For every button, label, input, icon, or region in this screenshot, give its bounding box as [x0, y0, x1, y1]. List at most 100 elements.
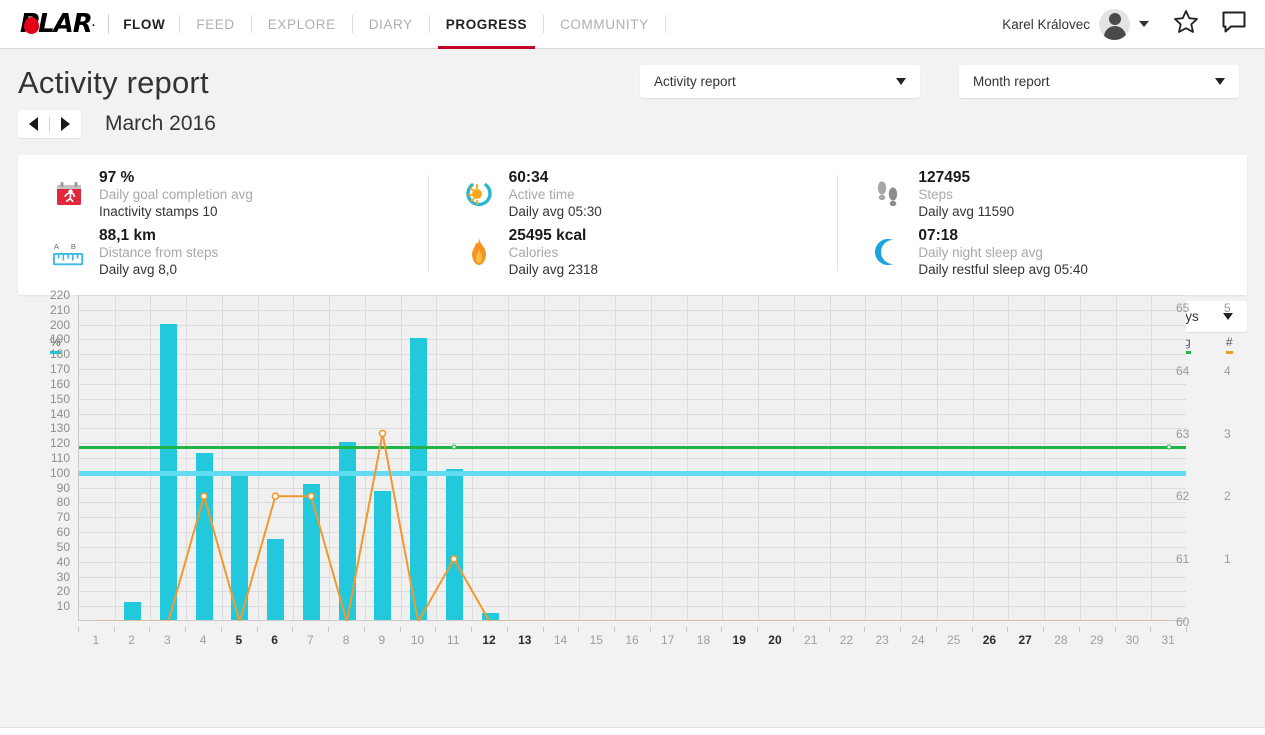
- y-axis-left-tick: 160: [40, 377, 70, 391]
- summary-sublabel: Daily restful sleep avg 05:40: [918, 262, 1088, 279]
- x-axis-label-day-1[interactable]: 1: [93, 633, 100, 647]
- y-axis-kg-tick: 65: [1176, 301, 1189, 315]
- chart-plot-area[interactable]: [78, 295, 1186, 621]
- y-axis-left-tick: 220: [40, 288, 70, 302]
- summary-label: Distance from steps: [99, 245, 218, 262]
- user-name-label: Karel Královec: [1002, 17, 1090, 32]
- avatar-icon[interactable]: [1099, 9, 1130, 40]
- summary-item-active-time: 60:34 Active time Daily avg 05:30: [428, 165, 838, 223]
- x-axis-tick: [221, 627, 222, 632]
- summary-text-block: 97 % Daily goal completion avg Inactivit…: [99, 168, 253, 221]
- x-axis-label-day-18[interactable]: 18: [697, 633, 710, 647]
- previous-period-button[interactable]: [18, 110, 49, 138]
- inactivity-data-point[interactable]: [451, 556, 457, 562]
- x-axis-tick: [507, 627, 508, 632]
- x-axis-label-day-4[interactable]: 4: [200, 633, 207, 647]
- x-axis-tick: [1007, 627, 1008, 632]
- x-axis-label-day-9[interactable]: 9: [378, 633, 385, 647]
- x-axis-label-day-16[interactable]: 16: [625, 633, 638, 647]
- x-axis-label-day-27[interactable]: 27: [1018, 633, 1031, 647]
- x-axis-label-day-21[interactable]: 21: [804, 633, 817, 647]
- x-axis-tick: [757, 627, 758, 632]
- summary-column-3: 127495 Steps Daily avg 11590 07:18 Daily…: [837, 165, 1247, 281]
- x-axis-label-day-28[interactable]: 28: [1054, 633, 1067, 647]
- x-axis-label-day-11[interactable]: 11: [447, 633, 459, 647]
- y-axis-left-tick: 30: [40, 570, 70, 584]
- x-axis-label-day-14[interactable]: 14: [554, 633, 567, 647]
- axis-unit-count-label: #: [1226, 335, 1233, 349]
- x-axis-label-day-26[interactable]: 26: [983, 633, 996, 647]
- x-axis-label-day-31[interactable]: 31: [1161, 633, 1174, 647]
- x-axis-label-day-7[interactable]: 7: [307, 633, 314, 647]
- chat-icon[interactable]: [1221, 10, 1247, 39]
- nav-item-feed[interactable]: FEED: [180, 0, 250, 49]
- summary-label: Daily goal completion avg: [99, 187, 253, 204]
- inactivity-data-point[interactable]: [380, 430, 386, 436]
- y-axis-left-tick: 210: [40, 303, 70, 317]
- x-axis-tick: [864, 627, 865, 632]
- inactivity-data-point[interactable]: [272, 493, 278, 499]
- x-axis-label-day-19[interactable]: 19: [733, 633, 746, 647]
- summary-label: Daily night sleep avg: [918, 245, 1088, 262]
- x-axis-label-day-5[interactable]: 5: [235, 633, 242, 647]
- polar-logo[interactable]: PLAR.: [20, 0, 94, 49]
- report-type-value: Activity report: [654, 74, 736, 89]
- y-axis-left-tick: 150: [40, 392, 70, 406]
- period-arrows: [18, 110, 81, 138]
- ruler-icon: A B: [52, 232, 86, 272]
- x-axis-tick: [364, 627, 365, 632]
- y-axis-kg-tick: 62: [1176, 489, 1189, 503]
- footsteps-icon: [871, 174, 905, 214]
- x-axis-label-day-29[interactable]: 29: [1090, 633, 1103, 647]
- x-axis-label-day-30[interactable]: 30: [1126, 633, 1139, 647]
- summary-sublabel: Daily avg 8,0: [99, 262, 218, 279]
- x-axis-label-day-20[interactable]: 20: [768, 633, 781, 647]
- flame-icon: [462, 232, 496, 272]
- x-axis-label-day-10[interactable]: 10: [411, 633, 424, 647]
- star-icon[interactable]: [1173, 9, 1199, 39]
- x-axis-label-day-22[interactable]: 22: [840, 633, 853, 647]
- period-type-dropdown[interactable]: Month report: [959, 65, 1239, 98]
- axis-unit-count[interactable]: #: [1226, 335, 1233, 354]
- next-period-button[interactable]: [50, 110, 81, 138]
- x-axis-label-day-25[interactable]: 25: [947, 633, 960, 647]
- nav-item-progress[interactable]: PROGRESS: [430, 0, 543, 49]
- x-axis-label-day-17[interactable]: 17: [661, 633, 674, 647]
- report-type-dropdown[interactable]: Activity report: [640, 65, 920, 98]
- x-axis-label-day-2[interactable]: 2: [128, 633, 135, 647]
- nav-item-community[interactable]: COMMUNITY: [544, 0, 665, 49]
- top-navigation-bar: PLAR. FLOW FEED EXPLORE DIARY PROGRESS C…: [0, 0, 1265, 49]
- x-axis-label-day-6[interactable]: 6: [271, 633, 278, 647]
- nav-item-explore[interactable]: EXPLORE: [252, 0, 352, 49]
- y-axis-left-tick: 140: [40, 407, 70, 421]
- x-axis-label-day-24[interactable]: 24: [911, 633, 924, 647]
- x-axis-label-day-12[interactable]: 12: [482, 633, 495, 647]
- summary-item-sleep: 07:18 Daily night sleep avg Daily restfu…: [837, 223, 1247, 281]
- x-axis-label-day-23[interactable]: 23: [876, 633, 889, 647]
- x-axis-tick: [721, 627, 722, 632]
- moon-icon: [871, 232, 905, 272]
- x-axis-tick: [328, 627, 329, 632]
- nav-item-flow[interactable]: FLOW: [123, 0, 179, 49]
- y-axis-left-tick: 120: [40, 436, 70, 450]
- nav-item-diary[interactable]: DIARY: [353, 0, 429, 49]
- x-axis-tick: [435, 627, 436, 632]
- inactivity-data-point[interactable]: [201, 493, 207, 499]
- x-axis-label-day-3[interactable]: 3: [164, 633, 171, 647]
- y-axis-left-tick: 180: [40, 347, 70, 361]
- calendar-run-icon: [52, 174, 86, 214]
- x-axis-label-day-13[interactable]: 13: [518, 633, 531, 647]
- period-type-value: Month report: [973, 74, 1050, 89]
- x-axis-tick: [1043, 627, 1044, 632]
- chevron-down-icon[interactable]: [1139, 21, 1149, 27]
- period-navigation: March 2016: [18, 110, 1247, 138]
- x-axis-tick: [650, 627, 651, 632]
- summary-text-block: 127495 Steps Daily avg 11590: [918, 168, 1014, 221]
- inactivity-data-point[interactable]: [308, 493, 314, 499]
- y-axis-left-tick: 170: [40, 362, 70, 376]
- y-axis-count-tick: 5: [1224, 301, 1231, 315]
- y-axis-left-tick: 110: [40, 451, 70, 465]
- activity-chart-section: Show Days Daily activity goalWeightInact…: [18, 295, 1247, 700]
- x-axis-label-day-15[interactable]: 15: [590, 633, 603, 647]
- x-axis-label-day-8[interactable]: 8: [343, 633, 350, 647]
